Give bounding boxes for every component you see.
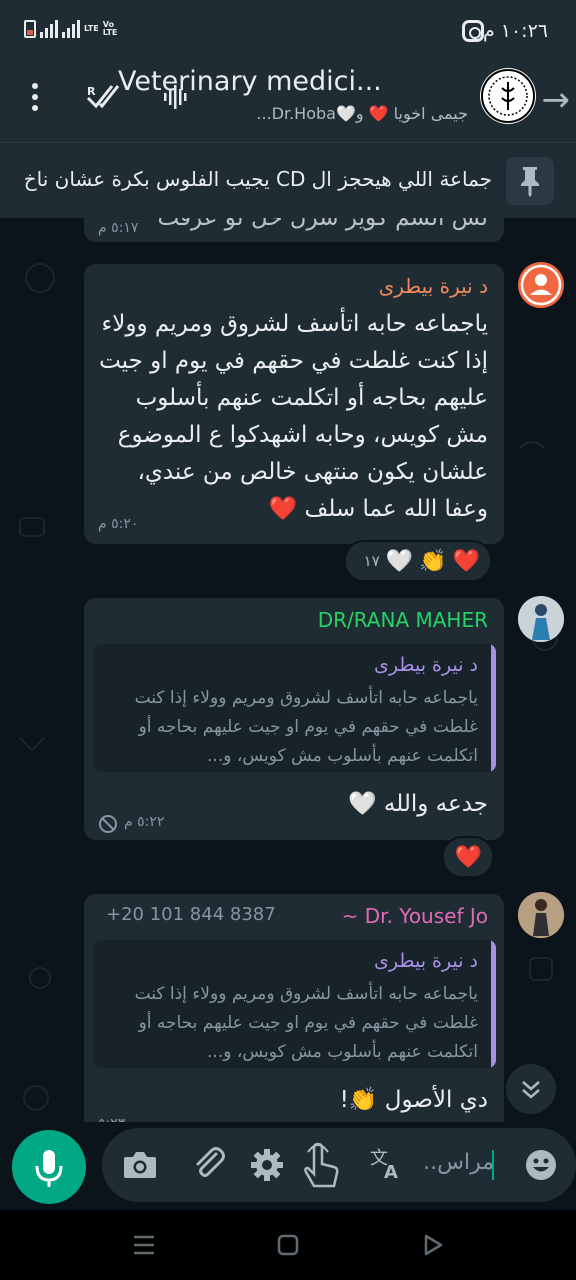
group-logo-icon [481, 69, 535, 123]
composer-bar: مراس.. 文A [0, 1122, 576, 1210]
chat-area[interactable]: لس السم كويز سرل حل لو عرفت ٥:١٧ م د نير… [0, 218, 576, 1130]
quote-text: ياجماعه حابه اتأسف لشروق ومريم وولاء إذا… [134, 984, 478, 1062]
message-bubble[interactable]: د نيرة بيطرى ياجماعه حابه اتأسف لشروق وم… [84, 264, 504, 544]
status-bar: LTE Vo LTE ١٠:٢٦ م [0, 0, 576, 60]
translate-icon[interactable]: 文A [368, 1146, 404, 1186]
status-left: LTE Vo LTE [24, 20, 123, 38]
quote-bar [491, 940, 496, 1068]
message-text: دي الأصول 👏! [339, 1087, 488, 1113]
reaction-clap: 👏 [419, 548, 447, 574]
back-icon[interactable] [422, 1234, 444, 1260]
svg-text:R: R [87, 85, 96, 98]
signal-2-icon [62, 20, 80, 38]
message-bubble[interactable]: ~ Dr. Yousef Jo +20 101 844 8387 د نيرة … [84, 894, 504, 1130]
mic-icon [35, 1150, 63, 1187]
message-bubble[interactable]: DR/RANA MAHER د نيرة بيطرى ياجماعه حابه … [84, 598, 504, 840]
read-status-icon[interactable]: R [86, 82, 120, 116]
gear-icon[interactable] [248, 1146, 286, 1188]
reaction-count: ١٧ [363, 552, 380, 570]
sender-phone[interactable]: +20 101 844 8387 [106, 904, 276, 925]
message-text: جدعه والله 🤍 [347, 791, 488, 817]
reaction-heart: ❤️ [454, 844, 482, 870]
clock: ١٠:٢٦ م [482, 20, 548, 42]
volte-label: Vo LTE [102, 20, 118, 37]
message-text: ياجماعه حابه اتأسف لشروق ومريم وولاء إذا… [99, 311, 488, 522]
reaction-white-heart: 🤍 [385, 548, 414, 574]
message-time: ٥:١٧ م [98, 220, 139, 236]
quote-bar [491, 644, 496, 772]
network-type-label: LTE [84, 24, 99, 33]
pinned-message-text[interactable]: جماعة اللي هيحجز ال CD يجيب الفلوس بكرة … [22, 167, 492, 191]
quote-sender: د نيرة بيطرى [374, 654, 478, 676]
message-sender[interactable]: د نيرة بيطرى [379, 274, 488, 298]
message-reactions[interactable]: ❤️ 👏 🤍 ١٧ [344, 540, 492, 582]
quote-text: ياجماعه حابه اتأسف لشروق ومريم وولاء إذا… [134, 688, 478, 766]
home-icon[interactable] [277, 1234, 299, 1260]
touch-gesture-icon[interactable] [298, 1140, 342, 1194]
voice-chat-icon[interactable] [162, 82, 192, 116]
person-photo-icon [518, 596, 564, 642]
message-text: لس السم كويز سرل حل لو عرفت [157, 218, 488, 231]
person-photo-icon [518, 892, 564, 938]
message-time: ٥:٢٠ م [98, 516, 139, 532]
reaction-heart: ❤️ [452, 548, 480, 574]
pinned-message-bar[interactable]: جماعة اللي هيحجز ال CD يجيب الفلوس بكرة … [0, 142, 576, 218]
default-user-icon [520, 264, 562, 306]
message-time: ٥:٢٢ م [124, 814, 165, 830]
chat-header[interactable]: → Veterinary medici... جيمى اخويا ❤️ و🤍D… [0, 60, 576, 142]
emoji-icon[interactable] [524, 1148, 558, 1186]
message-sender[interactable]: DR/RANA MAHER [318, 608, 488, 632]
sender-avatar[interactable] [518, 892, 564, 938]
double-chevron-down-icon [522, 1081, 540, 1099]
back-arrow-icon[interactable]: → [542, 80, 571, 120]
text-caret [492, 1150, 494, 1180]
blocked-icon [98, 814, 118, 838]
signal-icon [40, 20, 58, 38]
message-reactions[interactable]: ❤️ [442, 836, 494, 878]
message-bubble-partial[interactable]: لس السم كويز سرل حل لو عرفت ٥:١٧ م [84, 218, 504, 242]
message-input-placeholder[interactable]: مراس.. [423, 1150, 494, 1175]
battery-icon [24, 20, 36, 38]
quote-sender: د نيرة بيطرى [374, 950, 478, 972]
attach-icon[interactable] [190, 1144, 228, 1186]
scroll-to-bottom-button[interactable] [506, 1064, 556, 1114]
mic-button[interactable] [12, 1130, 86, 1204]
sender-avatar[interactable] [518, 262, 564, 308]
pin-icon [506, 157, 554, 205]
quoted-message[interactable]: د نيرة بيطرى ياجماعه حابه اتأسف لشروق وم… [94, 940, 496, 1068]
quoted-message[interactable]: د نيرة بيطرى ياجماعه حابه اتأسف لشروق وم… [94, 644, 496, 772]
camera-icon[interactable] [122, 1148, 158, 1186]
recent-apps-icon[interactable] [132, 1234, 156, 1260]
system-nav-bar [0, 1210, 576, 1280]
sender-avatar[interactable] [518, 596, 564, 642]
svg-text:A: A [384, 1162, 398, 1182]
message-sender[interactable]: ~ Dr. Yousef Jo [342, 904, 488, 928]
instagram-icon [462, 20, 484, 42]
message-input[interactable]: مراس.. 文A [102, 1128, 576, 1202]
more-options-icon[interactable] [30, 82, 40, 116]
chat-subtitle[interactable]: جيمى اخويا ❤️ و🤍Dr.Hoba... [256, 104, 468, 123]
group-avatar[interactable] [480, 68, 536, 124]
